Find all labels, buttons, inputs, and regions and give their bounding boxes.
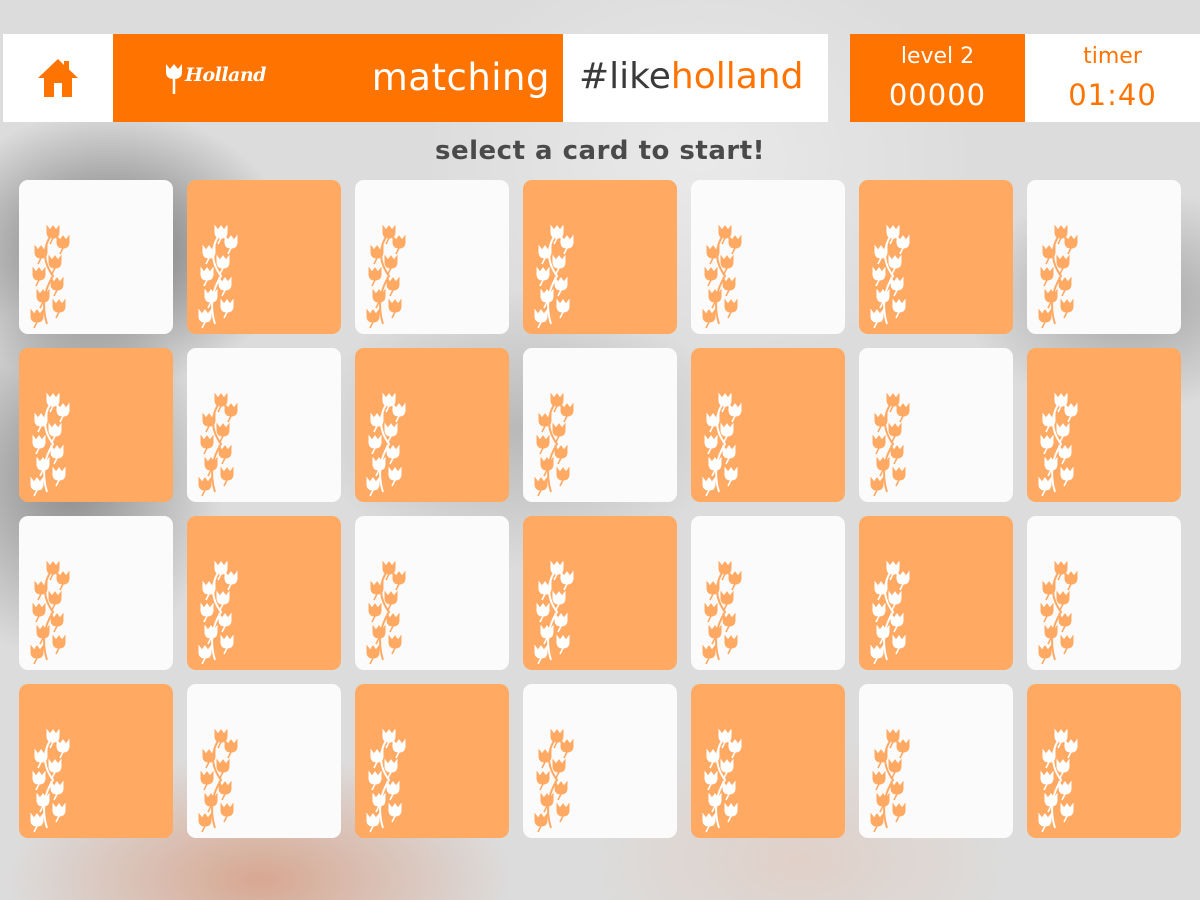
instruction-text: select a card to start! (435, 136, 765, 166)
tulip-pattern-icon (30, 224, 70, 329)
tulip-pattern-icon (1038, 560, 1078, 665)
card-26[interactable] (691, 684, 845, 838)
card-13[interactable] (859, 348, 1013, 502)
tulip-pattern-icon (198, 560, 238, 665)
holland-logo: Holland (163, 62, 283, 96)
tulip-pattern-icon (534, 560, 574, 665)
score-value: 00000 (888, 78, 987, 112)
card-22[interactable] (19, 684, 173, 838)
tulip-pattern-icon (366, 560, 406, 665)
tulip-pattern-icon (870, 560, 910, 665)
tulip-pattern-icon (702, 728, 742, 833)
card-17[interactable] (355, 516, 509, 670)
logo-text: Holland (185, 64, 266, 86)
home-button[interactable] (3, 34, 113, 122)
card-grid (19, 180, 1183, 840)
card-21[interactable] (1027, 516, 1181, 670)
tulip-pattern-icon (870, 224, 910, 329)
tulip-pattern-icon (198, 224, 238, 329)
tulip-pattern-icon (198, 728, 238, 833)
level-score-panel: level 2 00000 (850, 34, 1025, 122)
card-5[interactable] (691, 180, 845, 334)
card-9[interactable] (187, 348, 341, 502)
tulip-pattern-icon (30, 728, 70, 833)
tulip-pattern-icon (534, 728, 574, 833)
tulip-pattern-icon (870, 392, 910, 497)
tulip-pattern-icon (30, 392, 70, 497)
card-18[interactable] (523, 516, 677, 670)
tulip-pattern-icon (366, 728, 406, 833)
card-4[interactable] (523, 180, 677, 334)
tulip-pattern-icon (30, 560, 70, 665)
card-28[interactable] (1027, 684, 1181, 838)
card-11[interactable] (523, 348, 677, 502)
card-19[interactable] (691, 516, 845, 670)
card-7[interactable] (1027, 180, 1181, 334)
hashtag-suffix: holland (670, 56, 804, 97)
hashtag: #likeholland (579, 56, 803, 97)
tulip-pattern-icon (870, 728, 910, 833)
card-12[interactable] (691, 348, 845, 502)
timer-value: 01:40 (1068, 78, 1157, 112)
card-10[interactable] (355, 348, 509, 502)
tulip-pattern-icon (534, 224, 574, 329)
card-20[interactable] (859, 516, 1013, 670)
card-6[interactable] (859, 180, 1013, 334)
card-14[interactable] (1027, 348, 1181, 502)
card-1[interactable] (19, 180, 173, 334)
tulip-pattern-icon (1038, 728, 1078, 833)
timer-label: timer (1083, 44, 1142, 69)
card-3[interactable] (355, 180, 509, 334)
card-23[interactable] (187, 684, 341, 838)
home-icon (38, 59, 78, 97)
tulip-pattern-icon (1038, 392, 1078, 497)
card-8[interactable] (19, 348, 173, 502)
card-16[interactable] (187, 516, 341, 670)
card-27[interactable] (859, 684, 1013, 838)
hashtag-banner: #likeholland (563, 34, 828, 122)
card-2[interactable] (187, 180, 341, 334)
brand-banner: Holland matching (113, 34, 563, 122)
tulip-pattern-icon (366, 224, 406, 329)
game-title: matching (371, 56, 550, 99)
tulip-pattern-icon (702, 224, 742, 329)
timer-panel: timer 01:40 (1025, 34, 1200, 122)
tulip-pattern-icon (198, 392, 238, 497)
tulip-pattern-icon (702, 392, 742, 497)
level-label: level 2 (900, 44, 975, 69)
tulip-pattern-icon (534, 392, 574, 497)
tulip-pattern-icon (366, 392, 406, 497)
card-15[interactable] (19, 516, 173, 670)
card-24[interactable] (355, 684, 509, 838)
card-25[interactable] (523, 684, 677, 838)
tulip-logo-icon (166, 64, 182, 94)
tulip-pattern-icon (1038, 224, 1078, 329)
tulip-pattern-icon (702, 560, 742, 665)
hashtag-prefix: #like (579, 56, 671, 97)
